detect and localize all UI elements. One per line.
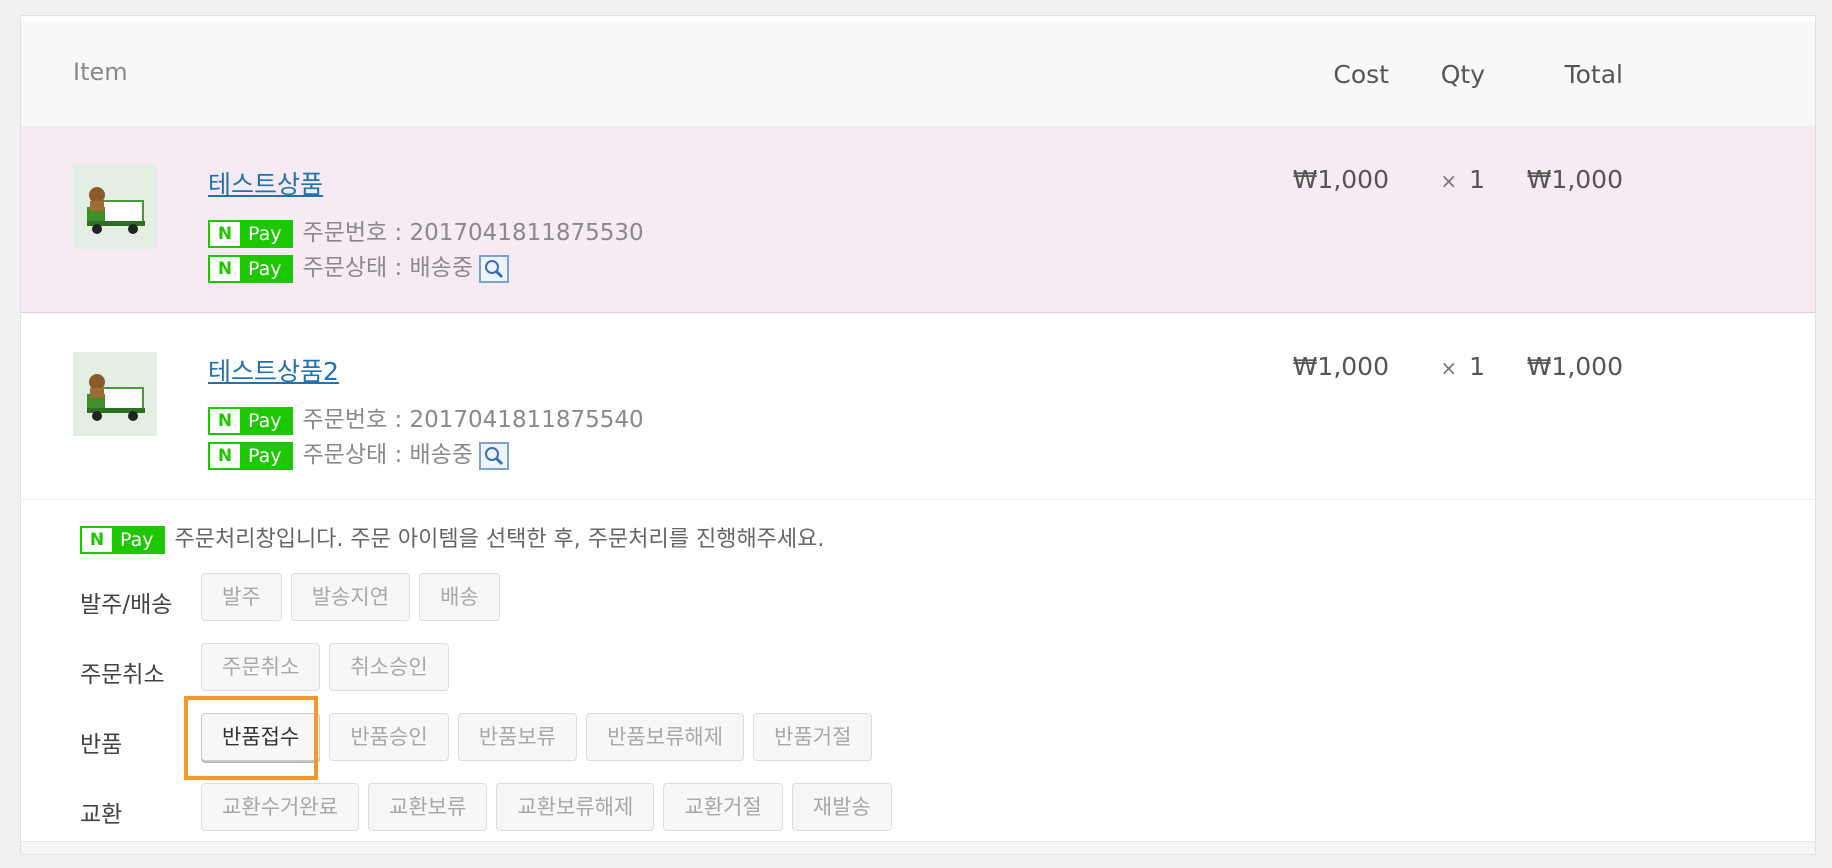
group-label: 발주/배송: [80, 592, 173, 618]
order-number-line: N Pay 주문번호 : 2017041811875530: [208, 213, 644, 248]
table-row[interactable]: 테스트상품2 N Pay 주문번호 : 2017041811875540 N Pay 주…: [21, 314, 1815, 500]
release-exchange-hold-button[interactable]: 교환보류해제: [496, 783, 655, 831]
table-header: Item Cost Qty Total: [21, 22, 1815, 127]
product-thumbnail: [73, 352, 157, 436]
row-qty: × 1: [1440, 165, 1485, 194]
npay-badge: N Pay: [208, 406, 293, 435]
delivery-truck-icon: [73, 352, 157, 436]
approve-cancel-button[interactable]: 취소승인: [329, 643, 449, 691]
magnifier-icon[interactable]: [479, 254, 509, 283]
group-label: 교환: [80, 802, 123, 828]
release-return-hold-button[interactable]: 반품보류해제: [586, 713, 745, 761]
group-label: 반품: [80, 732, 123, 758]
order-processing-panel: N Pay 주문처리창입니다. 주문 아이템을 선택한 후, 주문처리를 진행해주세…: [21, 501, 1815, 851]
npay-badge: N Pay: [208, 254, 293, 283]
reject-return-button[interactable]: 반품거절: [753, 713, 873, 761]
cancel-order-button[interactable]: 주문취소: [201, 643, 321, 691]
highlight-box: [184, 696, 318, 780]
notice-text: 주문처리창입니다. 주문 아이템을 선택한 후, 주문처리를 진행해주세요.: [174, 527, 825, 552]
npay-badge: N Pay: [80, 526, 165, 554]
order-number-line: N Pay 주문번호 : 2017041811875540: [208, 400, 644, 435]
magnifier-icon[interactable]: [479, 441, 509, 470]
order-status-line: N Pay 주문상태 : 배송중: [208, 435, 509, 470]
processing-notice: N Pay 주문처리창입니다. 주문 아이템을 선택한 후, 주문처리를 진행해주세…: [80, 521, 824, 554]
header-total: Total: [1564, 60, 1623, 89]
product-thumbnail: [73, 165, 157, 249]
row-total: ₩1,000: [1526, 165, 1623, 194]
exchange-collected-button[interactable]: 교환수거완료: [201, 783, 359, 831]
row-total: ₩1,000: [1526, 352, 1623, 381]
npay-badge: N Pay: [208, 441, 293, 470]
table-row[interactable]: 테스트상품 N Pay 주문번호 : 2017041811875530 N Pay 주문…: [21, 127, 1815, 313]
bottom-divider: [21, 841, 1815, 854]
order-status-line: N Pay 주문상태 : 배송중: [208, 248, 509, 283]
row-qty: × 1: [1440, 352, 1485, 381]
header-cost: Cost: [1333, 60, 1389, 89]
order-status: 주문상태 : 배송중: [302, 442, 474, 468]
row-cost: ₩1,000: [1292, 352, 1389, 381]
header-item: Item: [73, 58, 128, 86]
delay-shipping-button[interactable]: 발송지연: [290, 573, 411, 621]
ship-button[interactable]: 배송: [419, 573, 500, 621]
order-number: 주문번호 : 2017041811875540: [302, 407, 644, 433]
approve-return-button[interactable]: 반품승인: [329, 713, 449, 761]
reject-exchange-button[interactable]: 교환거절: [663, 783, 783, 831]
product-name-link[interactable]: 테스트상품2: [208, 352, 339, 388]
hold-exchange-button[interactable]: 교환보류: [368, 783, 488, 831]
place-order-button[interactable]: 발주: [201, 573, 282, 621]
hold-return-button[interactable]: 반품보류: [457, 713, 578, 761]
order-items-panel: Item Cost Qty Total 테스트상품 N Pay 주문번호 : 201…: [20, 15, 1816, 855]
order-number: 주문번호 : 2017041811875530: [302, 220, 644, 246]
npay-badge: N Pay: [208, 219, 293, 248]
resend-button[interactable]: 재발송: [791, 783, 892, 831]
order-status: 주문상태 : 배송중: [302, 255, 474, 281]
product-name-link[interactable]: 테스트상품: [208, 165, 323, 201]
header-qty: Qty: [1440, 60, 1485, 89]
delivery-truck-icon: [73, 165, 157, 249]
group-label: 주문취소: [80, 662, 165, 688]
row-cost: ₩1,000: [1292, 165, 1389, 194]
